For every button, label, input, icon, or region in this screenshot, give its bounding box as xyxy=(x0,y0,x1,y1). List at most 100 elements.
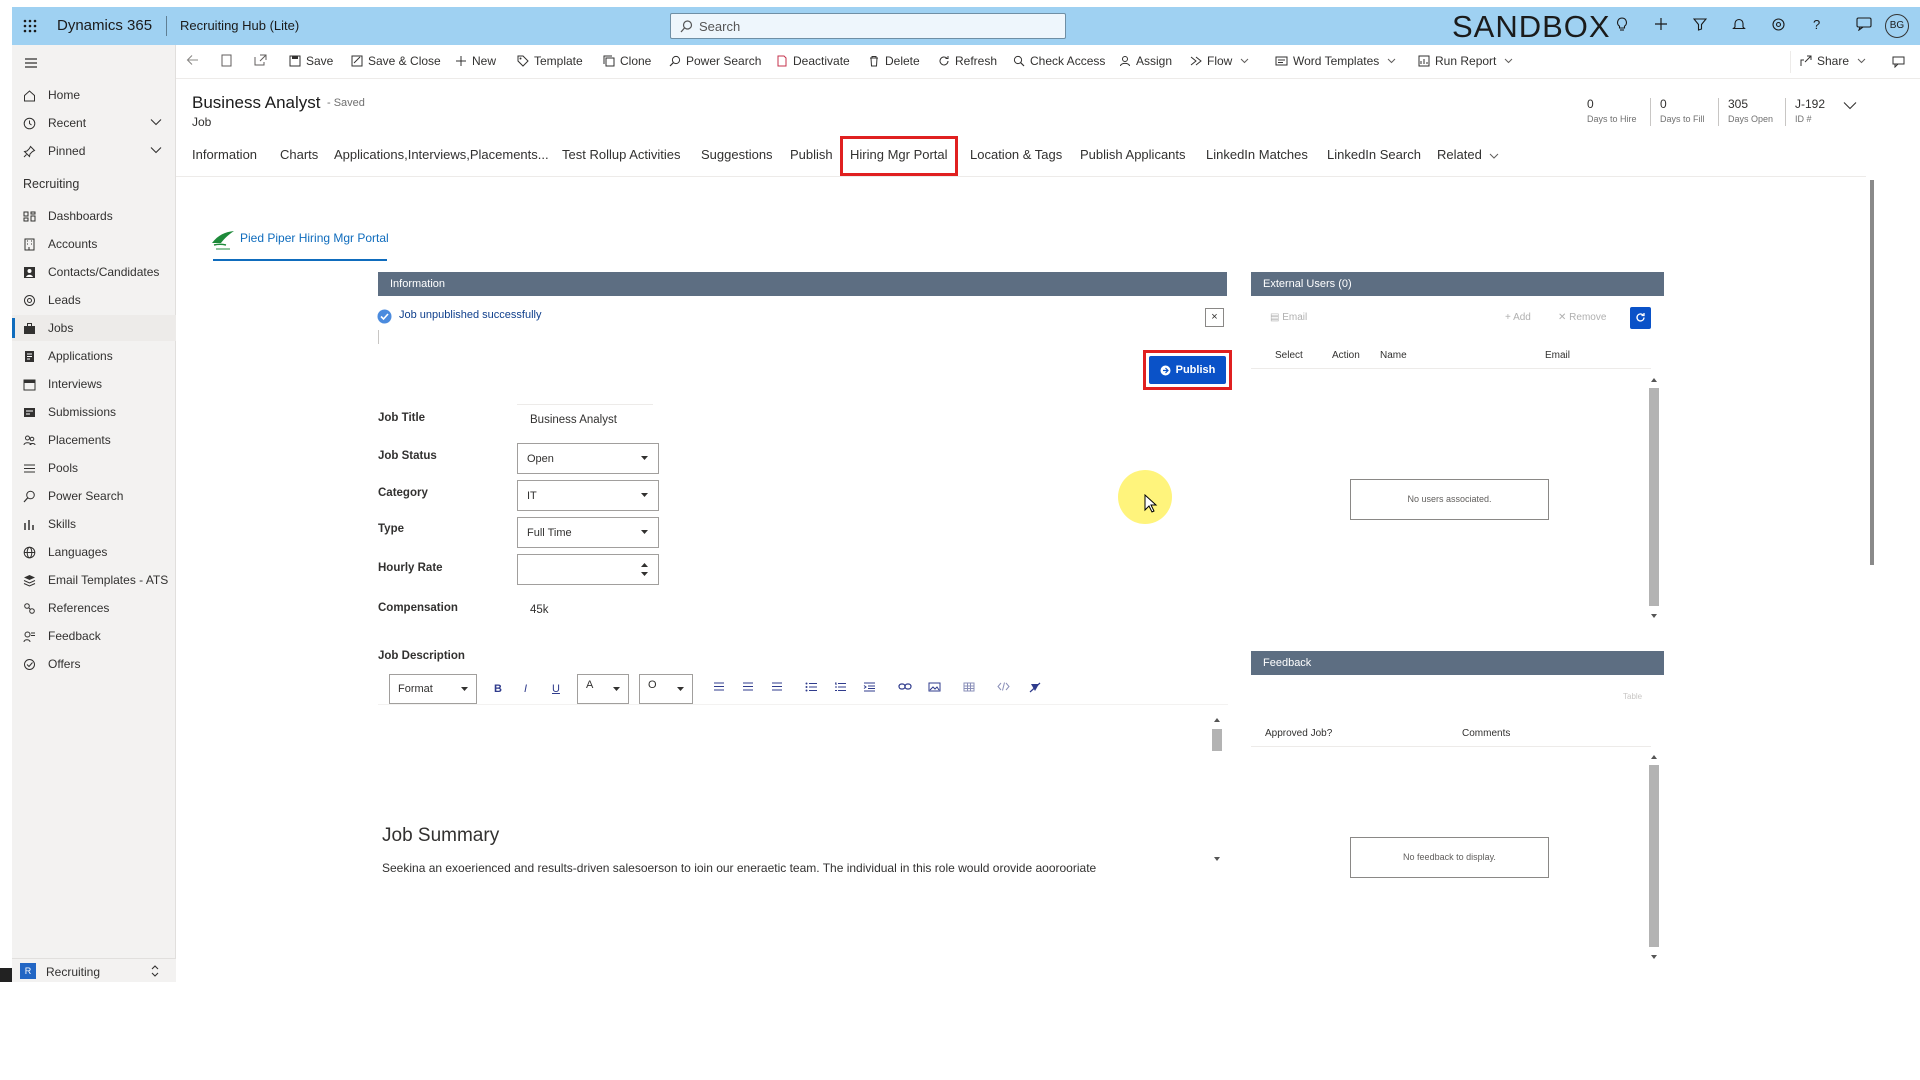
clone-button[interactable]: Clone xyxy=(603,54,651,68)
nav-item-recent[interactable]: Recent xyxy=(12,110,176,136)
background-color-dropdown[interactable]: O xyxy=(639,674,693,704)
nav-item-pools[interactable]: Pools xyxy=(12,455,176,481)
power-search-button[interactable]: Power Search xyxy=(669,54,761,68)
close-message-button[interactable]: × xyxy=(1205,308,1224,327)
tab-linkedin-matches[interactable]: LinkedIn Matches xyxy=(1206,147,1308,162)
tab-charts[interactable]: Charts xyxy=(280,147,318,162)
nav-item-placements[interactable]: Placements xyxy=(12,427,176,453)
column-header-email[interactable]: Email xyxy=(1545,350,1570,361)
nav-item-jobs[interactable]: Jobs xyxy=(12,315,176,341)
main-scrollbar-thumb[interactable] xyxy=(1870,180,1874,565)
job-title-value[interactable]: Business Analyst xyxy=(530,414,617,426)
tab-linkedin-search[interactable]: LinkedIn Search xyxy=(1327,147,1421,162)
hub-name[interactable]: Recruiting Hub (Lite) xyxy=(180,18,299,33)
column-header-action[interactable]: Action xyxy=(1332,350,1360,361)
job-description-editor[interactable] xyxy=(378,706,1228,871)
align-center-icon[interactable] xyxy=(742,682,754,691)
code-icon[interactable] xyxy=(997,682,1010,691)
nav-item-leads[interactable]: Leads xyxy=(12,287,176,313)
app-launcher-icon[interactable] xyxy=(22,18,38,34)
tab-related[interactable]: Related xyxy=(1437,147,1499,162)
save-button[interactable]: Save xyxy=(289,54,333,68)
tab-test-rollup-activities[interactable]: Test Rollup Activities xyxy=(562,147,681,162)
chat-icon[interactable] xyxy=(1856,16,1872,31)
bold-icon[interactable]: B xyxy=(494,683,502,695)
format-dropdown[interactable]: Format xyxy=(389,674,477,704)
nav-item-dashboards[interactable]: Dashboards xyxy=(12,203,176,229)
nav-item-applications[interactable]: Applications xyxy=(12,343,176,369)
align-left-icon[interactable] xyxy=(713,682,725,691)
share-button[interactable]: Share xyxy=(1800,54,1871,68)
nav-item-submissions[interactable]: Submissions xyxy=(12,399,176,425)
nav-item-home[interactable]: Home xyxy=(12,82,176,108)
nav-item-references[interactable]: References xyxy=(12,595,176,621)
open-new-window-button[interactable] xyxy=(254,54,272,66)
record-set-button[interactable] xyxy=(221,54,237,67)
chevron-down-icon[interactable] xyxy=(150,146,162,154)
global-search-input[interactable]: Search xyxy=(670,13,1066,39)
header-expand-chevron-icon[interactable] xyxy=(1843,101,1857,110)
run-report-button[interactable]: Run Report xyxy=(1418,54,1518,68)
nav-item-email-templates[interactable]: Email Templates - ATS xyxy=(12,567,176,593)
editor-scrollbar[interactable] xyxy=(1211,716,1223,863)
tab-applications[interactable]: Applications,Interviews,Placements... xyxy=(334,147,549,162)
bell-icon[interactable] xyxy=(1732,17,1746,32)
nav-item-pinned[interactable]: Pinned xyxy=(12,138,176,164)
compensation-value[interactable]: 45k xyxy=(530,604,549,616)
help-icon[interactable]: ? xyxy=(1810,17,1824,32)
assign-button[interactable]: Assign xyxy=(1119,54,1172,68)
app-name[interactable]: Dynamics 365 xyxy=(57,17,152,34)
column-header-name[interactable]: Name xyxy=(1380,350,1407,361)
nav-item-languages[interactable]: Languages xyxy=(12,539,176,565)
save-close-button[interactable]: Save & Close xyxy=(351,54,441,68)
gear-icon[interactable] xyxy=(1771,17,1786,32)
feedback-scrollbar[interactable] xyxy=(1647,752,1661,962)
external-users-email-filter[interactable]: ▤ Email xyxy=(1270,312,1307,323)
nav-item-offers[interactable]: Offers xyxy=(12,651,176,677)
column-header-approved-job[interactable]: Approved Job? xyxy=(1265,728,1332,739)
clear-format-icon[interactable] xyxy=(1029,682,1041,693)
numbered-list-icon[interactable] xyxy=(834,682,847,692)
nav-item-feedback[interactable]: Feedback xyxy=(12,623,176,649)
column-header-comments[interactable]: Comments xyxy=(1462,728,1510,739)
refresh-users-button[interactable] xyxy=(1630,307,1651,329)
user-avatar[interactable]: BG xyxy=(1885,14,1909,38)
tab-publish-applicants[interactable]: Publish Applicants xyxy=(1080,147,1186,162)
add-user-button[interactable]: + Add xyxy=(1505,312,1531,323)
image-icon[interactable] xyxy=(928,682,941,692)
chevron-down-icon[interactable] xyxy=(150,118,162,126)
delete-button[interactable]: Delete xyxy=(868,54,920,68)
deactivate-button[interactable]: Deactivate xyxy=(776,54,850,68)
flow-button[interactable]: Flow xyxy=(1190,54,1254,68)
table-icon[interactable] xyxy=(963,682,975,692)
spinner-icon[interactable] xyxy=(641,562,648,577)
new-button[interactable]: New xyxy=(455,54,496,68)
underline-icon[interactable]: U xyxy=(552,683,560,695)
nav-item-contacts-candidates[interactable]: Contacts/Candidates xyxy=(12,259,176,285)
tab-suggestions[interactable]: Suggestions xyxy=(701,147,773,162)
back-button[interactable] xyxy=(186,54,204,66)
column-header-select[interactable]: Select xyxy=(1275,350,1303,361)
filter-icon[interactable] xyxy=(1693,17,1707,31)
link-icon[interactable] xyxy=(898,682,912,691)
category-select[interactable]: IT xyxy=(517,480,659,511)
align-right-icon[interactable] xyxy=(771,682,783,691)
publish-button[interactable]: Publish xyxy=(1149,356,1226,384)
tab-location-tags[interactable]: Location & Tags xyxy=(970,147,1062,162)
side-pane-button[interactable] xyxy=(1892,56,1910,68)
nav-item-interviews[interactable]: Interviews xyxy=(12,371,176,397)
area-switcher[interactable]: R Recruiting xyxy=(12,958,176,982)
tab-information[interactable]: Information xyxy=(192,147,257,162)
job-status-select[interactable]: Open xyxy=(517,443,659,474)
bullet-list-icon[interactable] xyxy=(805,682,818,692)
indent-icon[interactable] xyxy=(863,682,876,692)
nav-item-power-search[interactable]: Power Search xyxy=(12,483,176,509)
remove-user-button[interactable]: ✕ Remove xyxy=(1558,312,1606,323)
nav-item-skills[interactable]: Skills xyxy=(12,511,176,537)
hourly-rate-input[interactable] xyxy=(517,554,659,585)
italic-icon[interactable]: I xyxy=(524,683,527,695)
check-access-button[interactable]: Check Access xyxy=(1013,54,1105,68)
word-templates-button[interactable]: Word Templates xyxy=(1275,54,1401,68)
template-button[interactable]: Template xyxy=(517,54,583,68)
tab-publish[interactable]: Publish xyxy=(790,147,833,162)
